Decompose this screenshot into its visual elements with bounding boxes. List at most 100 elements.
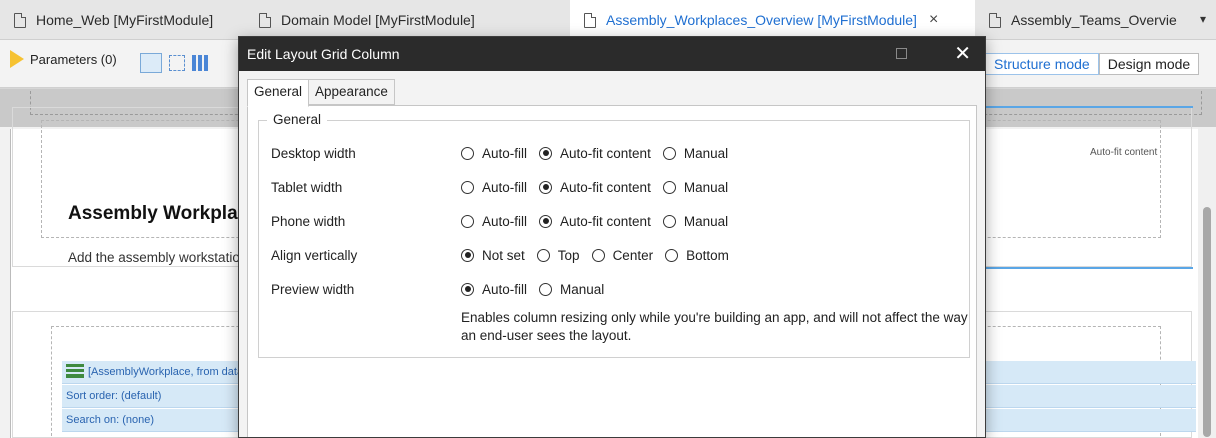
align-vertically-row: Align vertically Not set Top Center Bott… [271, 245, 729, 265]
option-label: Auto-fill [482, 145, 528, 161]
align-not-set[interactable]: Not set [461, 248, 525, 263]
preview-width-row: Preview width Auto-fill Manual [271, 279, 604, 299]
general-tab-panel: General Desktop width Auto-fill Auto-fit… [247, 105, 977, 437]
option-label: Top [557, 247, 580, 263]
align-vertically-options: Not set Top Center Bottom [461, 248, 741, 263]
radio-icon[interactable] [536, 248, 550, 262]
radio-icon[interactable] [461, 214, 474, 228]
option-label: Auto-fit content [560, 213, 651, 229]
canvas-scrollbar[interactable] [1198, 127, 1216, 438]
option-label: Manual [560, 281, 605, 297]
columns-icon[interactable] [192, 55, 208, 71]
align-top[interactable]: Top [536, 247, 580, 263]
tab-label: Home_Web [MyFirstModule] [36, 12, 214, 28]
tab-general[interactable]: General [247, 79, 310, 107]
parameters-label: Parameters (0) [30, 51, 117, 67]
page-document-icon [584, 12, 596, 28]
radio-icon[interactable] [461, 180, 474, 194]
phone-width-manual[interactable]: Manual [662, 213, 729, 229]
option-label: Manual [683, 145, 729, 161]
desktop-width-auto-fill[interactable]: Auto-fill [461, 146, 527, 161]
align-center[interactable]: Center [591, 247, 654, 263]
option-label: Manual [683, 213, 729, 229]
option-label: Auto-fit content [560, 145, 651, 161]
desktop-width-manual[interactable]: Manual [662, 145, 729, 161]
dialog-title: Edit Layout Grid Column [247, 46, 400, 62]
page-document-icon [989, 12, 1001, 28]
parameters-button[interactable]: Parameters (0) [10, 50, 117, 68]
option-label: Not set [482, 247, 525, 263]
phone-width-auto-fill[interactable]: Auto-fill [461, 214, 527, 229]
desktop-width-row: Desktop width Auto-fill Auto-fit content… [271, 143, 728, 163]
select-cursor-icon[interactable] [140, 53, 162, 73]
field-label: Tablet width [271, 179, 343, 195]
radio-icon[interactable] [591, 248, 605, 262]
field-label: Align vertically [271, 247, 358, 263]
tab-domain-model[interactable]: Domain Model [MyFirstModule] [245, 0, 570, 40]
align-bottom[interactable]: Bottom [665, 248, 729, 263]
page-subtitle: Add the assembly workstations [68, 250, 255, 265]
tab-assembly-teams-overview[interactable]: Assembly_Teams_Overvie [975, 0, 1190, 40]
tablet-width-manual[interactable]: Manual [662, 179, 729, 195]
preview-width-options: Auto-fill Manual [461, 282, 616, 297]
tab-label: Assembly_Workplaces_Overview [MyFirstMod… [606, 12, 917, 28]
radio-selected-icon[interactable] [539, 214, 553, 228]
maximize-icon[interactable] [896, 48, 907, 59]
close-icon[interactable]: ✕ [954, 37, 971, 71]
radio-icon[interactable] [662, 146, 676, 160]
marquee-select-icon[interactable] [169, 55, 185, 71]
radio-selected-icon[interactable] [539, 180, 553, 194]
radio-icon[interactable] [539, 282, 553, 296]
option-label: Manual [683, 179, 729, 195]
structure-mode-button[interactable]: Structure mode [985, 53, 1099, 75]
database-icon [66, 364, 84, 378]
desktop-width-options: Auto-fill Auto-fit content Manual [461, 146, 740, 161]
design-mode-button[interactable]: Design mode [1098, 53, 1200, 75]
domain-model-icon [259, 12, 271, 28]
desktop-width-auto-fit[interactable]: Auto-fit content [539, 146, 651, 161]
preview-width-manual[interactable]: Manual [539, 282, 604, 297]
column-width-label: Auto-fit content [1090, 147, 1158, 158]
parameters-arrow-icon [10, 50, 24, 68]
preview-width-help-text: Enables column resizing only while you'r… [461, 310, 968, 343]
view-mode-switch: Structure mode Design mode [985, 53, 1200, 75]
tablet-width-auto-fit[interactable]: Auto-fit content [539, 180, 651, 195]
tablet-width-auto-fill[interactable]: Auto-fill [461, 180, 527, 195]
radio-icon[interactable] [665, 248, 679, 262]
radio-selected-icon[interactable] [461, 248, 474, 262]
option-label: Auto-fit content [560, 179, 651, 195]
tab-label: Assembly_Teams_Overvie [1011, 12, 1177, 28]
radio-selected-icon[interactable] [539, 146, 553, 160]
tablet-width-options: Auto-fill Auto-fit content Manual [461, 180, 740, 195]
tab-assembly-workplaces-overview[interactable]: Assembly_Workplaces_Overview [MyFirstMod… [570, 0, 975, 40]
option-label: Auto-fill [482, 179, 528, 195]
field-label: Preview width [271, 281, 355, 297]
editor-tab-bar: Home_Web [MyFirstModule] Domain Model [M… [0, 0, 1216, 40]
tab-overflow-icon[interactable]: ▾ [1200, 12, 1206, 26]
phone-width-auto-fit[interactable]: Auto-fit content [539, 214, 651, 229]
dialog-body: General Appearance General Desktop width… [239, 71, 985, 437]
selected-column-outline-top [975, 106, 1193, 108]
general-group: General Desktop width Auto-fill Auto-fit… [258, 112, 970, 358]
phone-width-row: Phone width Auto-fill Auto-fit content M… [271, 211, 728, 231]
edit-layout-grid-column-dialog: Edit Layout Grid Column ✕ General Appear… [238, 36, 986, 438]
field-label: Desktop width [271, 145, 356, 161]
radio-selected-icon[interactable] [461, 282, 474, 296]
radio-icon[interactable] [662, 214, 676, 228]
radio-icon[interactable] [461, 146, 474, 160]
tablet-width-row: Tablet width Auto-fill Auto-fit content … [271, 177, 728, 197]
tab-label: Domain Model [MyFirstModule] [281, 12, 475, 28]
preview-width-auto-fill[interactable]: Auto-fill [461, 282, 527, 297]
tab-appearance[interactable]: Appearance [308, 79, 395, 105]
option-label: Center [612, 247, 654, 263]
dialog-title-bar[interactable]: Edit Layout Grid Column ✕ [239, 37, 985, 71]
option-label: Auto-fill [482, 281, 528, 297]
close-tab-icon[interactable]: × [929, 11, 938, 29]
radio-icon[interactable] [662, 180, 676, 194]
field-label: Phone width [271, 213, 346, 229]
page-document-icon [14, 12, 26, 28]
option-label: Bottom [686, 247, 729, 263]
tab-home-web[interactable]: Home_Web [MyFirstModule] [0, 0, 245, 40]
scrollbar-thumb[interactable] [1203, 207, 1211, 437]
sort-order-label: Sort order: (default) [66, 390, 162, 402]
